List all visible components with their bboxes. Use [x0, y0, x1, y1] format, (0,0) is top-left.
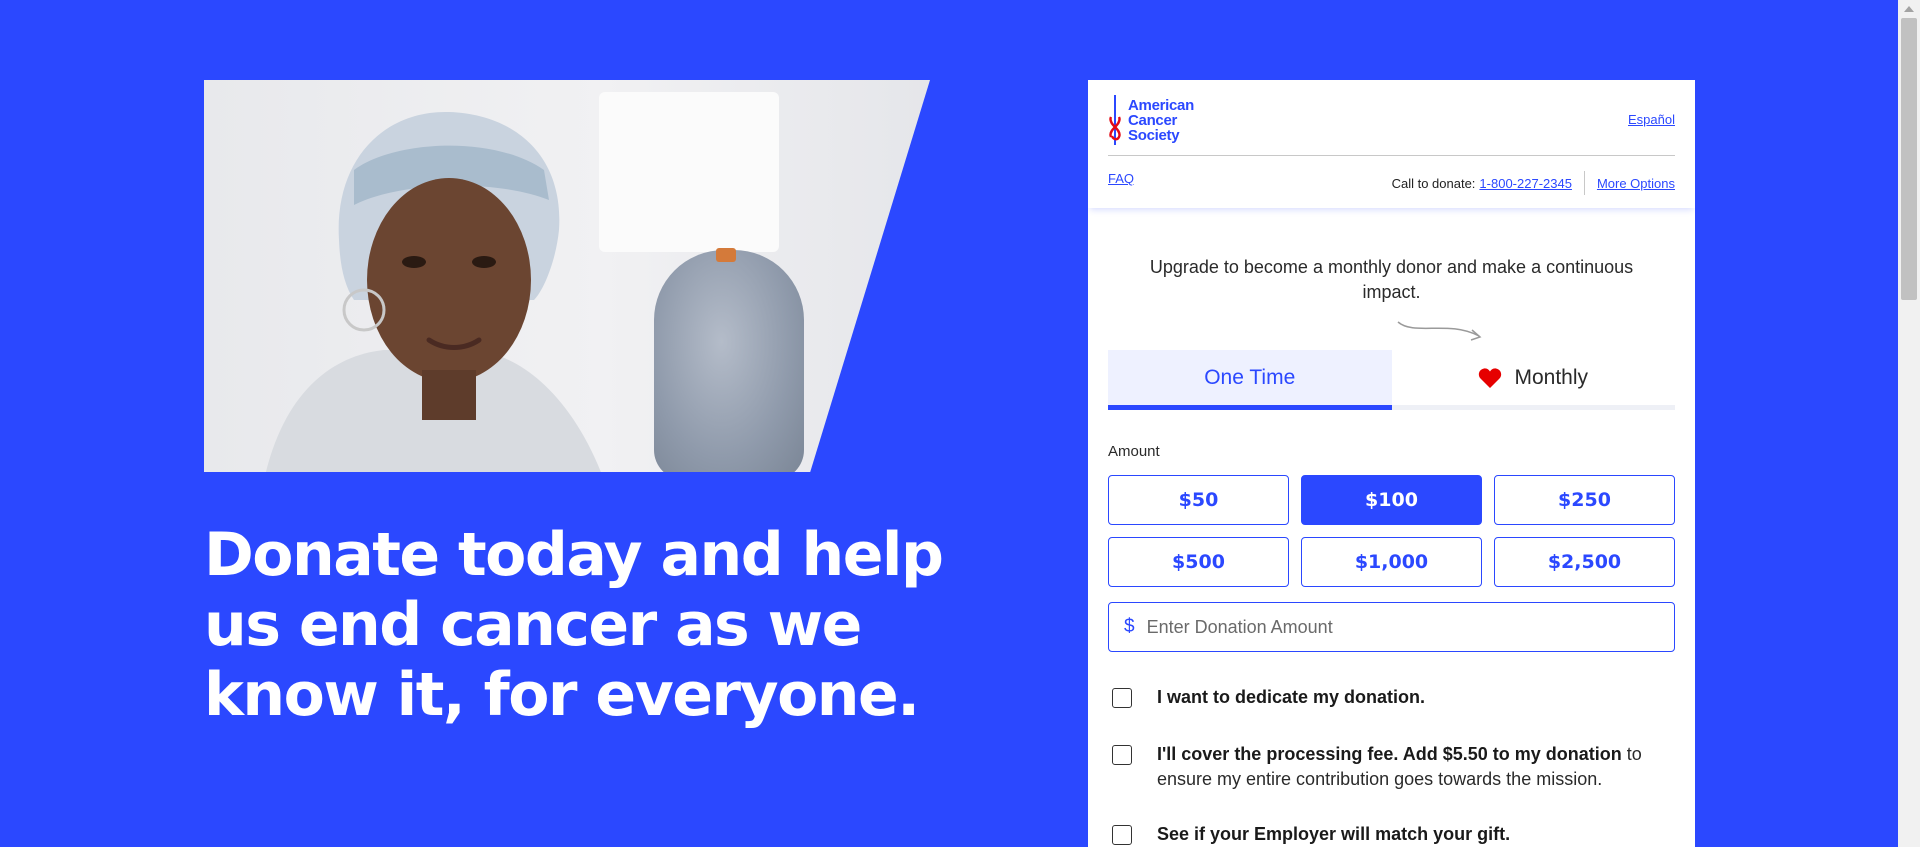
language-link[interactable]: Español	[1628, 112, 1675, 127]
scrollbar-thumb[interactable]	[1901, 18, 1917, 300]
logo-line: American	[1128, 96, 1194, 114]
donation-amount-input[interactable]	[1144, 607, 1674, 647]
amount-button-selected[interactable]: $100	[1301, 475, 1482, 525]
page-scrollbar[interactable]	[1898, 0, 1920, 847]
employer-label: See if your Employer will match your gif…	[1157, 824, 1511, 844]
vase-cap	[716, 248, 736, 262]
amount-options: $50 $100 $250 $500 $1,000 $2,500	[1108, 475, 1675, 587]
hero-photo	[204, 80, 930, 472]
scroll-up-icon[interactable]	[1904, 6, 1914, 12]
logo-text: American Cancer Society	[1128, 98, 1194, 143]
upgrade-message: Upgrade to become a monthly donor and ma…	[1149, 257, 1634, 302]
woman-portrait	[264, 111, 604, 472]
more-options-link[interactable]: More Options	[1597, 176, 1675, 191]
amount-button[interactable]: $1,000	[1301, 537, 1482, 587]
faq-link[interactable]: FAQ	[1108, 171, 1134, 186]
employer-checkbox[interactable]	[1112, 825, 1132, 845]
curved-arrow-icon	[1397, 321, 1482, 341]
call-label: Call to donate:	[1391, 175, 1476, 191]
donation-card: American Cancer Society Español FAQ Call…	[1088, 80, 1695, 847]
call-to-donate: Call to donate: 1-800-227-2345 More Opti…	[1392, 171, 1675, 195]
tab-one-time[interactable]: One Time	[1108, 350, 1392, 410]
custom-amount-field[interactable]: $	[1108, 602, 1675, 652]
card-header: American Cancer Society Español FAQ Call…	[1088, 80, 1695, 208]
dedicate-checkbox[interactable]	[1112, 688, 1132, 708]
logo-line: Cancer	[1128, 111, 1178, 129]
tab-label: Monthly	[1514, 365, 1589, 389]
sword-icon	[1109, 95, 1121, 145]
phone-link[interactable]: 1-800-227-2345	[1479, 176, 1572, 191]
fee-label-strong: I'll cover the processing fee. Add $5.50…	[1157, 744, 1622, 764]
dedicate-option[interactable]: I want to dedicate my donation.	[1112, 685, 1672, 710]
fee-checkbox[interactable]	[1112, 745, 1132, 765]
header-divider	[1108, 155, 1675, 156]
logo-line: Society	[1128, 126, 1180, 144]
employer-option[interactable]: See if your Employer will match your gif…	[1112, 822, 1672, 847]
divider	[1583, 171, 1585, 195]
heart-icon	[1478, 367, 1502, 389]
fee-label: I'll cover the processing fee. Add $5.50…	[1157, 742, 1672, 792]
amount-label: Amount	[1108, 443, 1160, 460]
amount-button[interactable]: $50	[1108, 475, 1289, 525]
frequency-tabs: One Time Monthly	[1108, 350, 1675, 410]
tab-monthly[interactable]: Monthly	[1391, 350, 1675, 410]
vase	[654, 250, 804, 472]
dollar-icon: $	[1124, 616, 1135, 637]
hero-headline: Donate today and help us end cancer as w…	[204, 520, 944, 730]
acs-logo[interactable]: American Cancer Society	[1108, 94, 1194, 146]
tab-label: One Time	[1204, 365, 1296, 389]
amount-button[interactable]: $2,500	[1494, 537, 1675, 587]
amount-button[interactable]: $500	[1108, 537, 1289, 587]
fee-option[interactable]: I'll cover the processing fee. Add $5.50…	[1112, 742, 1672, 792]
dedicate-label: I want to dedicate my donation.	[1157, 687, 1426, 707]
amount-button[interactable]: $250	[1494, 475, 1675, 525]
